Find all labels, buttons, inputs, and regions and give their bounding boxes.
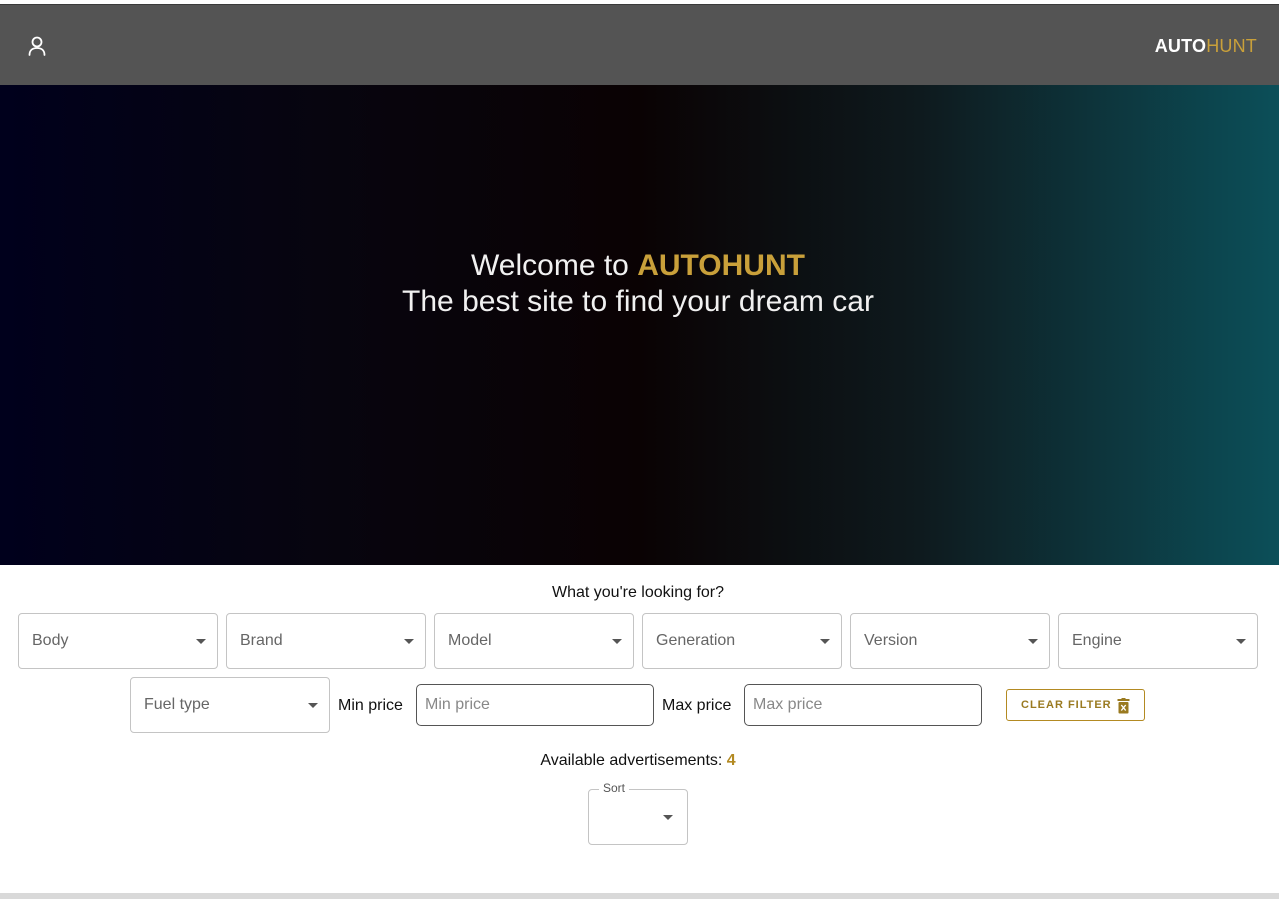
trash-icon — [1117, 698, 1130, 714]
brand-logo[interactable]: AUTOHUNT — [1155, 36, 1257, 57]
brand-hunt: HUNT — [1206, 36, 1257, 56]
chevron-down-icon — [196, 639, 206, 644]
hero-line1: Welcome to AUTOHUNT — [0, 248, 1276, 284]
max-price-label: Max price — [662, 697, 732, 714]
brand-select-label: Brand — [240, 632, 283, 649]
generation-select-label: Generation — [656, 632, 736, 649]
hero-banner: Welcome to AUTOHUNT The best site to fin… — [0, 85, 1279, 565]
available-label: Available advertisements: — [540, 752, 727, 769]
page-bottom-edge — [0, 893, 1279, 899]
version-select[interactable]: Version — [850, 613, 1050, 669]
chevron-down-icon — [404, 639, 414, 644]
hero-heading: Welcome to AUTOHUNT The best site to fin… — [0, 248, 1276, 320]
body-select[interactable]: Body — [18, 613, 218, 669]
chevron-down-icon — [820, 639, 830, 644]
generation-select[interactable]: Generation — [642, 613, 842, 669]
clear-filter-button[interactable]: CLEAR FILTER — [1006, 689, 1145, 721]
model-select-label: Model — [448, 632, 492, 649]
user-icon[interactable] — [26, 35, 48, 57]
chevron-down-icon — [1236, 639, 1246, 644]
max-price-input[interactable] — [744, 684, 982, 726]
model-select[interactable]: Model — [434, 613, 634, 669]
body-select-label: Body — [32, 632, 69, 649]
brand-auto: AUTO — [1154, 36, 1207, 56]
filter-question: What you're looking for? — [551, 584, 725, 601]
sort-label: Sort — [599, 781, 630, 795]
hero-brand: AUTOHUNT — [637, 249, 805, 282]
hero-welcome: Welcome to — [471, 249, 638, 282]
chevron-down-icon — [612, 639, 622, 644]
brand-select[interactable]: Brand — [226, 613, 426, 669]
available-advertisements: Available advertisements: 4 — [0, 752, 1276, 770]
min-price-label: Min price — [338, 697, 403, 714]
version-select-label: Version — [864, 632, 918, 649]
clear-filter-label: CLEAR FILTER — [1021, 699, 1112, 711]
fuel-type-label: Fuel type — [144, 696, 210, 713]
engine-select-label: Engine — [1072, 632, 1122, 649]
chevron-down-icon — [663, 815, 673, 820]
sort-select[interactable] — [588, 789, 688, 845]
engine-select[interactable]: Engine — [1058, 613, 1258, 669]
chevron-down-icon — [1028, 639, 1038, 644]
fuel-type-select[interactable]: Fuel type — [130, 677, 330, 733]
min-price-input[interactable] — [416, 684, 654, 726]
available-count: 4 — [726, 752, 736, 769]
chevron-down-icon — [308, 703, 318, 708]
navbar: AUTOHUNT — [0, 4, 1279, 85]
hero-line2: The best site to find your dream car — [402, 285, 874, 318]
